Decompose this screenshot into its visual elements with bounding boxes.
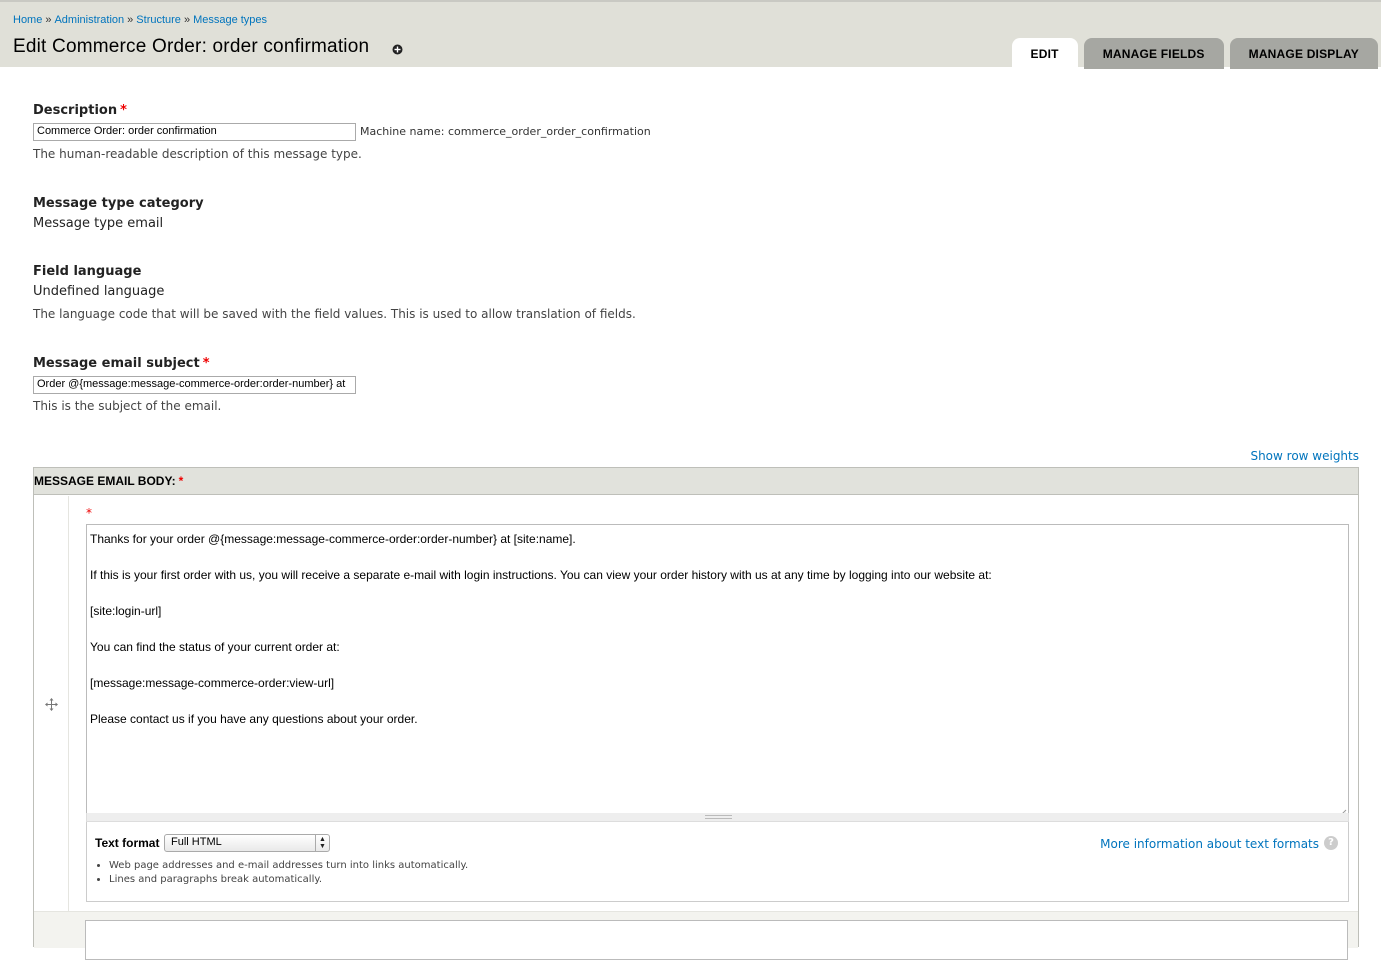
subject-help: This is the subject of the email. (33, 399, 222, 413)
body-line: If this is your first order with us, you… (90, 568, 992, 582)
language-label: Field language (33, 264, 142, 279)
body-line: Please contact us if you have any questi… (90, 712, 418, 726)
description-input[interactable]: Commerce Order: order confirmation (33, 123, 356, 141)
breadcrumb-message-types[interactable]: Message types (193, 14, 267, 26)
add-shortcut-icon[interactable] (391, 43, 404, 56)
required-marker: * (120, 103, 127, 118)
breadcrumb-structure[interactable]: Structure (136, 14, 181, 26)
required-marker: * (202, 356, 210, 371)
tab-edit[interactable]: EDIT (1011, 38, 1078, 69)
format-tips-list: Web page addresses and e-mail addresses … (95, 859, 468, 887)
language-value: Undefined language (33, 284, 165, 299)
table-row (34, 911, 1358, 960)
subject-label: Message email subject * (33, 356, 210, 371)
text-format-label: Text format (95, 836, 160, 850)
format-tip: Web page addresses and e-mail addresses … (109, 859, 468, 873)
drag-handle-icon[interactable] (45, 696, 58, 711)
breadcrumb-separator: » (127, 14, 134, 26)
required-marker: * (86, 506, 92, 520)
more-info-text-formats-link[interactable]: More information about text formats (1100, 837, 1319, 851)
text-format-wrapper: Text format Full HTML ▲▼ Web page addres… (86, 822, 1349, 902)
description-help: The human-readable description of this m… (33, 147, 362, 161)
tab-manage-fields[interactable]: MANAGE FIELDS (1083, 38, 1224, 69)
breadcrumb-administration[interactable]: Administration (54, 14, 124, 26)
primary-tabs: EDIT MANAGE FIELDS MANAGE DISPLAY (1011, 38, 1378, 69)
page-header: Home» Administration» Structure» Message ty… (0, 0, 1381, 69)
select-arrows-icon: ▲ ▼ (315, 835, 329, 851)
breadcrumb-separator: » (183, 14, 191, 26)
grippie-lines (705, 815, 732, 819)
body-line: Thanks for your order @{message:message-… (90, 532, 576, 546)
textarea-resize-grippie[interactable] (86, 813, 1349, 822)
breadcrumb: Home» Administration» Structure» Message ty… (13, 14, 267, 26)
category-value: Message type email (33, 216, 164, 231)
tab-manage-display[interactable]: MANAGE DISPLAY (1229, 38, 1378, 69)
text-format-selected: Full HTML (171, 836, 222, 848)
breadcrumb-separator: » (45, 14, 52, 26)
help-icon[interactable]: ? (1324, 836, 1338, 850)
email-body-header: MESSAGE EMAIL BODY: * (34, 468, 1358, 495)
email-body-textarea[interactable]: Thanks for your order @{message:message-… (86, 524, 1349, 817)
machine-name: Machine name: commerce_order_order_confi… (360, 125, 651, 138)
show-row-weights-link[interactable]: Show row weights (1250, 449, 1359, 463)
body-line: [site:login-url] (90, 604, 162, 618)
resize-corner-icon[interactable] (1339, 804, 1347, 817)
body-line: [message:message-commerce-order:view-url… (90, 676, 335, 690)
language-help: The language code that will be saved wit… (33, 307, 636, 321)
text-format-select[interactable]: Full HTML ▲ ▼ (164, 834, 330, 852)
format-tip: Lines and paragraphs break automatically… (109, 873, 468, 887)
category-label: Message type category (33, 196, 204, 211)
email-body-textarea-2[interactable] (85, 920, 1348, 960)
drag-cell (34, 496, 69, 911)
required-marker: * (178, 474, 184, 488)
page-title: Edit Commerce Order: order confirmation (13, 36, 370, 57)
body-line: You can find the status of your current … (90, 640, 340, 654)
breadcrumb-home[interactable]: Home (13, 14, 42, 26)
email-body-table: MESSAGE EMAIL BODY: * * Thanks for your o… (33, 467, 1359, 960)
description-label: Description * (33, 103, 127, 118)
subject-input[interactable]: Order @{message:message-commerce-order:o… (33, 376, 356, 394)
